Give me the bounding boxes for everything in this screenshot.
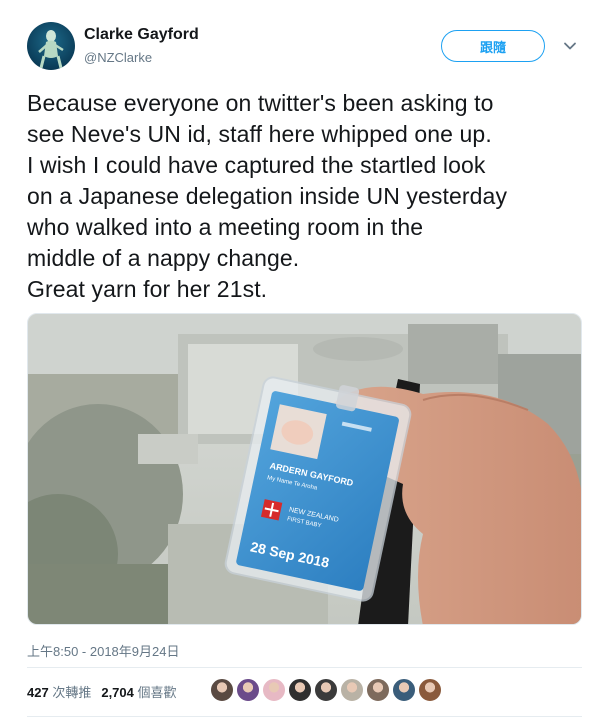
avatar-diver-icon	[38, 30, 64, 69]
user-handle[interactable]: @NZClarke	[84, 50, 152, 65]
retweets-count: 427	[27, 685, 49, 700]
liker-avatar[interactable]	[288, 678, 312, 702]
tweet-stats: 427 次轉推 2,704 個喜歡	[27, 682, 177, 701]
retweets-label: 次轉推	[52, 685, 92, 700]
tweet-photo[interactable]: ARDERN GAYFORD My Name Te Aroha NEW ZEAL…	[27, 313, 582, 625]
liker-avatar[interactable]	[236, 678, 260, 702]
tweet-text-line: middle of a nappy change.	[27, 245, 300, 271]
divider	[27, 716, 582, 717]
chevron-down-icon[interactable]	[562, 38, 578, 54]
tweet-text-line: I wish I could have captured the startle…	[27, 152, 486, 178]
avatar[interactable]	[27, 22, 75, 70]
liker-avatar[interactable]	[392, 678, 416, 702]
liker-avatars	[210, 678, 442, 702]
retweets-stat[interactable]: 427 次轉推	[27, 682, 91, 701]
tweet-timestamp[interactable]: 上午8:50 - 2018年9月24日	[27, 641, 179, 660]
likes-stat[interactable]: 2,704 個喜歡	[101, 682, 176, 701]
display-name[interactable]: Clarke Gayford	[84, 26, 199, 44]
divider	[27, 667, 582, 668]
tweet-text-line: who walked into a meeting room in the	[27, 214, 424, 240]
liker-avatar[interactable]	[418, 678, 442, 702]
liker-avatar[interactable]	[366, 678, 390, 702]
likes-label: 個喜歡	[137, 685, 177, 700]
liker-avatar[interactable]	[314, 678, 338, 702]
liker-avatar[interactable]	[262, 678, 286, 702]
tweet-card: Clarke Gayford @NZClarke 跟隨 Because ever…	[0, 0, 600, 720]
tweet-text-line: see Neve's UN id, staff here whipped one…	[27, 121, 492, 147]
tweet-text: Because everyone on twitter's been askin…	[27, 88, 587, 305]
liker-avatar[interactable]	[340, 678, 364, 702]
likes-count: 2,704	[101, 685, 134, 700]
tweet-text-line: on a Japanese delegation inside UN yeste…	[27, 183, 508, 209]
follow-button[interactable]: 跟隨	[441, 30, 545, 62]
liker-avatar[interactable]	[210, 678, 234, 702]
tweet-text-line: Great yarn for her 21st.	[27, 276, 268, 302]
un-id-photo: ARDERN GAYFORD My Name Te Aroha NEW ZEAL…	[28, 314, 581, 624]
tweet-text-line: Because everyone on twitter's been askin…	[27, 90, 494, 116]
